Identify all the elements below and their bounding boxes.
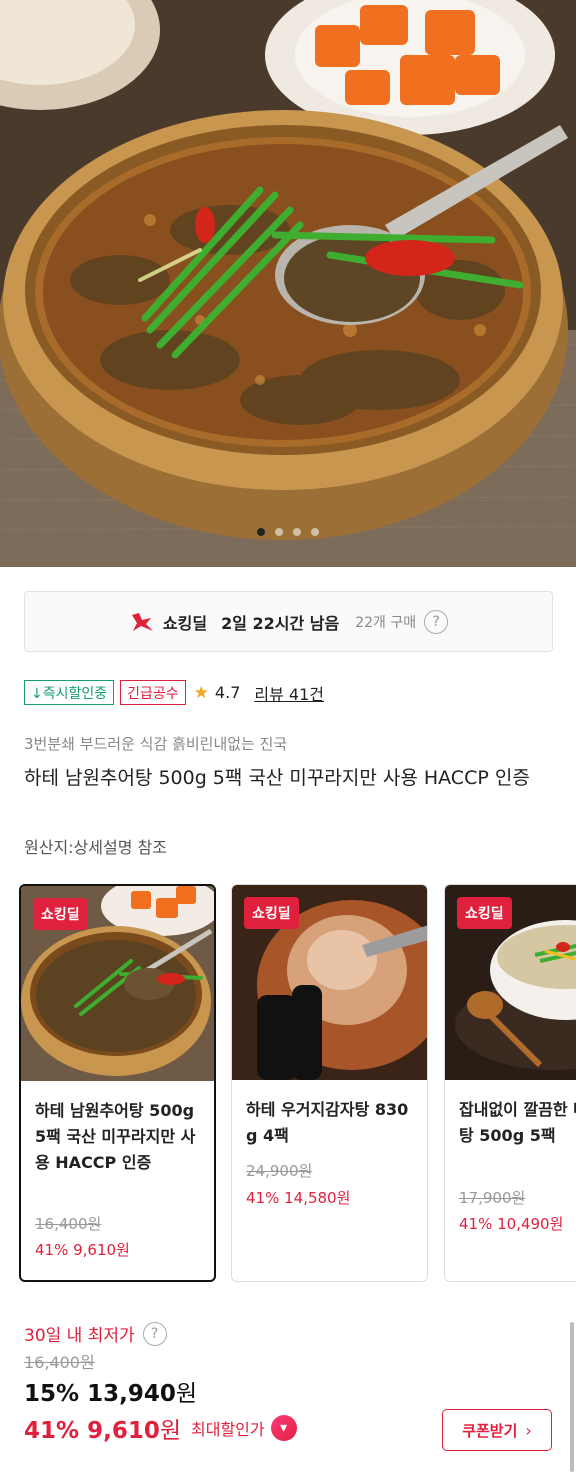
lowest-price-label-row: 30일 내 최저가 ? [24, 1321, 167, 1346]
product-main-image[interactable] [0, 0, 576, 567]
star-icon: ★ [193, 682, 209, 703]
deal-time-left: 2일 22시간 남음 [221, 613, 340, 633]
card-sale-price: 41% 9,610원 [35, 1241, 130, 1259]
card-sale-price: 41% 10,490원 [459, 1215, 564, 1233]
won-unit: 원 [159, 1418, 182, 1444]
deal-name: 쇼킹딜 [162, 613, 208, 633]
carousel-indicator[interactable] [0, 528, 576, 536]
chevron-down-icon[interactable]: ▾ [270, 1415, 297, 1441]
option-card-carousel[interactable]: 쇼킹딜 하테 남원추어탕 500g 5팩 국산 미꾸라지만 사용 HACCP 인… [19, 884, 576, 1282]
purchase-count: 22개 구매 [355, 614, 417, 631]
discount-percent: 15% [24, 1381, 80, 1407]
product-badges: ↓즉시할인중 긴급공수 ★ 4.7 리뷰 41건 [24, 680, 324, 705]
chevron-right-icon: › [525, 1420, 532, 1440]
review-link[interactable]: 리뷰 41건 [254, 681, 324, 705]
original-price: 16,400원 [24, 1353, 95, 1372]
carousel-dot-4[interactable] [311, 528, 319, 536]
help-icon[interactable]: ? [424, 609, 449, 634]
shocking-deal-icon [131, 612, 153, 631]
chueotang-hero-illustration [0, 0, 576, 567]
card-original-price: 17,900원 [459, 1189, 526, 1207]
max-discount-percent: 41% [24, 1418, 80, 1444]
card-deal-badge: 쇼킹딜 [33, 898, 88, 930]
discount-price-row: 15% 13,940원 [24, 1374, 197, 1408]
won-unit: 원 [175, 1381, 198, 1407]
rating-value: 4.7 [214, 683, 241, 702]
instant-discount-badge: ↓즉시할인중 [24, 680, 115, 705]
card-original-price: 16,400원 [35, 1215, 102, 1233]
help-icon[interactable]: ? [142, 1321, 167, 1346]
card-title: 하테 남원추어탕 500g 5팩 국산 미꾸라지만 사용 HACCP 인증 [35, 1101, 196, 1172]
card-title: 하테 우거지감자탕 830g 4팩 [246, 1100, 409, 1145]
scrollbar[interactable] [570, 1322, 574, 1472]
carousel-dot-1[interactable] [257, 528, 265, 536]
urgent-badge: 긴급공수 [120, 680, 186, 705]
shocking-deal-bar[interactable]: 쇼킹딜 2일 22시간 남음 22개 구매 ? [24, 591, 553, 652]
card-deal-badge: 쇼킹딜 [244, 897, 299, 929]
coupon-button-label: 쿠폰받기 [462, 1421, 518, 1440]
card-sale-price: 41% 14,580원 [246, 1189, 351, 1207]
discount-price: 13,940 [87, 1381, 176, 1407]
coupon-button[interactable]: 쿠폰받기 › [442, 1409, 552, 1451]
product-subtitle: 3번분쇄 부드러운 식감 흙비린내없는 진국 [24, 735, 288, 753]
product-title: 하테 남원추어탕 500g 5팩 국산 미꾸라지만 사용 HACCP 인증 [24, 767, 530, 789]
carousel-dot-2[interactable] [275, 528, 283, 536]
carousel-dot-3[interactable] [293, 528, 301, 536]
card-title: 잡내없이 깔끔한 나주곰탕 500g 5팩 [459, 1100, 576, 1145]
max-discount-label: 최대할인가 [191, 1420, 265, 1439]
card-deal-badge: 쇼킹딜 [457, 897, 512, 929]
lowest-price-label: 30일 내 최저가 [24, 1326, 135, 1346]
card-original-price: 24,900원 [246, 1162, 313, 1180]
max-discount-row: 41% 9,610원 최대할인가 ▾ [24, 1411, 297, 1445]
max-discount-price: 9,610 [87, 1418, 160, 1444]
product-origin: 원산지:상세설명 참조 [24, 838, 167, 857]
product-card[interactable]: 쇼킹딜 잡내없이 깔끔한 나주곰탕 500g 5팩 17,900원 41% 10… [444, 884, 576, 1282]
product-card[interactable]: 쇼킹딜 하테 우거지감자탕 830g 4팩 24,900원 41% 14,580… [231, 884, 428, 1282]
product-card[interactable]: 쇼킹딜 하테 남원추어탕 500g 5팩 국산 미꾸라지만 사용 HACCP 인… [19, 884, 216, 1282]
